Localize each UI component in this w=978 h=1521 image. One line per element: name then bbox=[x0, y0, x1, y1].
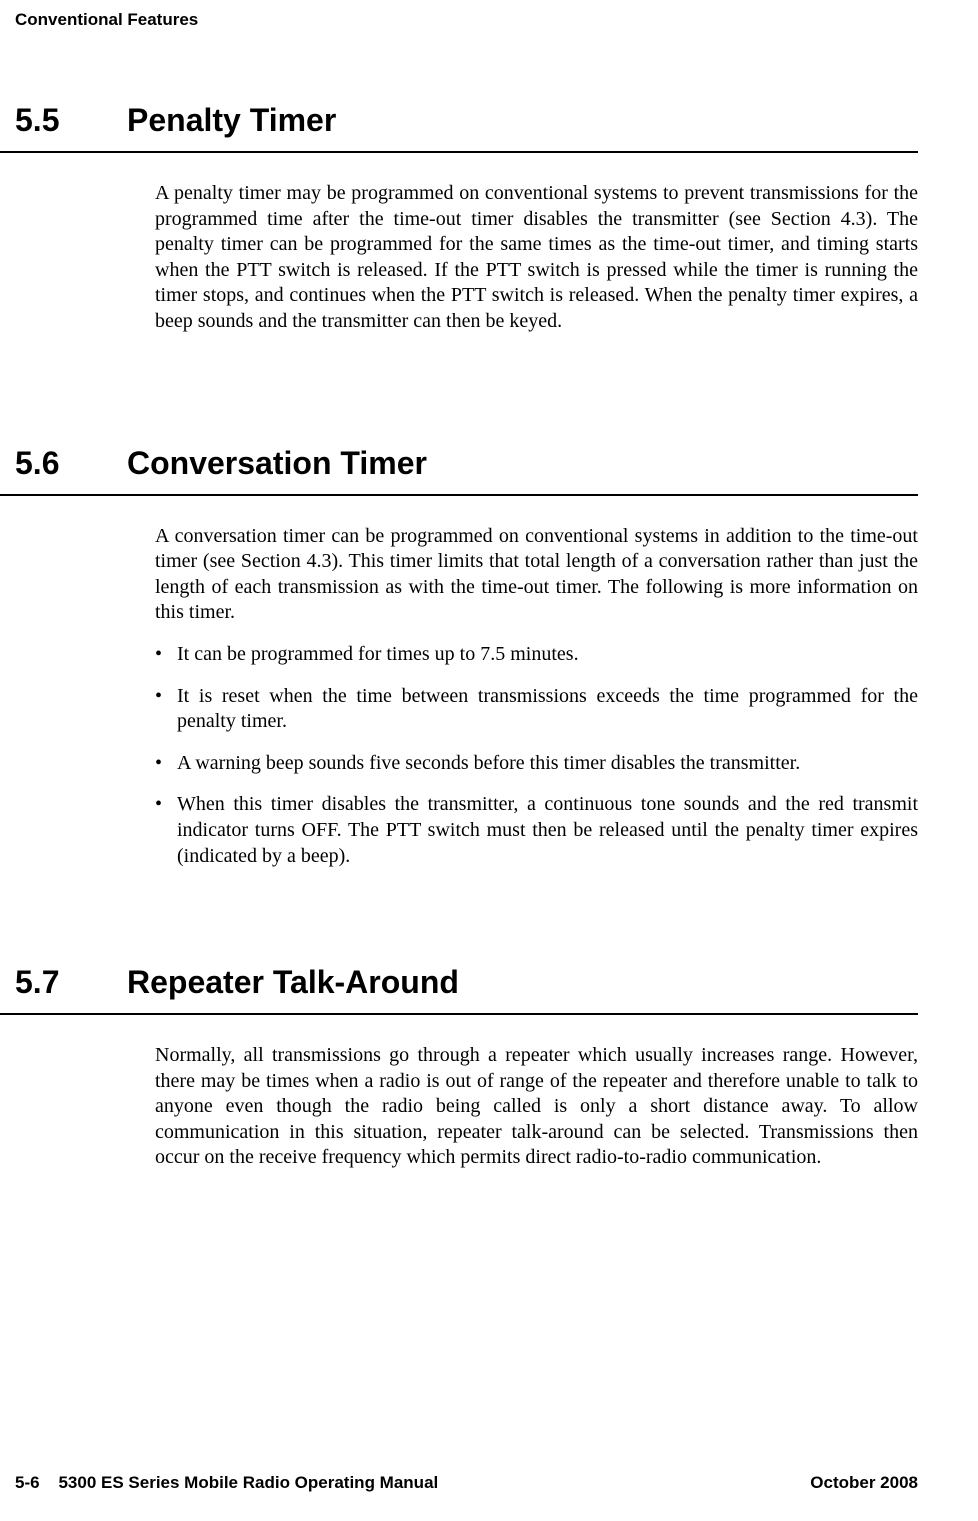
page-header: Conventional Features bbox=[0, 0, 978, 30]
section-number: 5.7 bbox=[15, 964, 127, 1001]
section-heading: 5.5Penalty Timer bbox=[0, 102, 918, 153]
section-title: Repeater Talk-Around bbox=[127, 964, 459, 1000]
page-footer: 5-6 5300 ES Series Mobile Radio Operatin… bbox=[0, 1473, 978, 1493]
section-conversation-timer: 5.6Conversation Timer A conversation tim… bbox=[0, 445, 978, 870]
section-repeater-talk-around: 5.7Repeater Talk-Around Normally, all tr… bbox=[0, 964, 978, 1171]
paragraph: A conversation timer can be programmed o… bbox=[155, 524, 918, 626]
paragraph: A penalty timer may be programmed on con… bbox=[155, 181, 918, 335]
list-item: It is reset when the time between transm… bbox=[155, 684, 918, 735]
section-title: Penalty Timer bbox=[127, 102, 336, 138]
footer-right: October 2008 bbox=[810, 1473, 918, 1493]
list-item: A warning beep sounds five seconds befor… bbox=[155, 751, 918, 777]
section-number: 5.6 bbox=[15, 445, 127, 482]
chapter-title: Conventional Features bbox=[15, 10, 198, 29]
footer-left: 5-6 5300 ES Series Mobile Radio Operatin… bbox=[15, 1473, 438, 1493]
bullet-list: It can be programmed for times up to 7.5… bbox=[155, 642, 918, 869]
section-heading: 5.6Conversation Timer bbox=[0, 445, 918, 496]
section-body: A penalty timer may be programmed on con… bbox=[155, 181, 918, 335]
list-item: When this timer disables the transmitter… bbox=[155, 792, 918, 869]
section-body: A conversation timer can be programmed o… bbox=[155, 524, 918, 870]
paragraph: Normally, all transmissions go through a… bbox=[155, 1043, 918, 1171]
section-heading: 5.7Repeater Talk-Around bbox=[0, 964, 918, 1015]
section-penalty-timer: 5.5Penalty Timer A penalty timer may be … bbox=[0, 102, 978, 335]
section-number: 5.5 bbox=[15, 102, 127, 139]
section-title: Conversation Timer bbox=[127, 445, 427, 481]
list-item: It can be programmed for times up to 7.5… bbox=[155, 642, 918, 668]
section-body: Normally, all transmissions go through a… bbox=[155, 1043, 918, 1171]
